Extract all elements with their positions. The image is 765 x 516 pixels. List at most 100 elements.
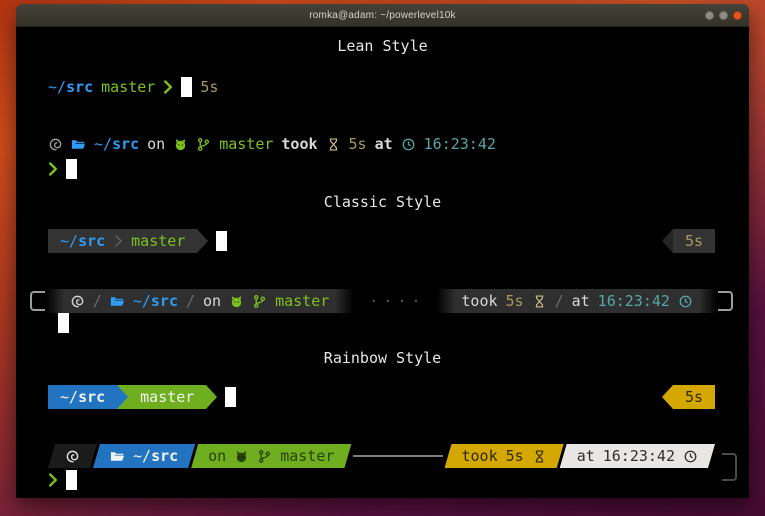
segment-separator: /	[555, 292, 564, 310]
prompt-chevron-icon	[48, 472, 58, 488]
frame-bracket-left	[30, 291, 45, 311]
classic-prompt-row: ~/src master 5s	[48, 229, 715, 253]
rainbow-prompt-two-line-row: ~/src on master took 5s at 16:23:42	[48, 444, 715, 468]
segment-separator-chevron-icon	[113, 233, 123, 249]
window-controls	[705, 4, 742, 26]
terminal-cursor	[66, 159, 77, 179]
current-time: 16:23:42	[598, 292, 670, 310]
command-duration: 5s	[506, 447, 524, 465]
powerline-arrow-icon	[197, 229, 208, 253]
prompt-chevron-icon	[48, 161, 58, 177]
rainbow-prompt-input-line	[48, 468, 715, 492]
current-directory: ~/src	[133, 447, 178, 465]
lean-prompt-two-line-row: ~/src on master took 5s at 16:23:42	[48, 132, 715, 156]
maximize-button-icon[interactable]	[719, 11, 728, 20]
hourglass-icon	[326, 137, 341, 152]
lean-prompt-row: ~/src master 5s	[48, 75, 715, 99]
octocat-icon	[234, 449, 249, 464]
git-branch-icon	[196, 137, 211, 152]
current-directory: ~/src	[60, 232, 105, 250]
octocat-icon	[173, 137, 188, 152]
rainbow-branch-segment: on master	[191, 444, 351, 468]
folder-icon	[110, 449, 125, 464]
classic-left-segment: ~/src master	[48, 229, 197, 253]
frame-bracket-right	[718, 291, 733, 311]
git-branch: master	[280, 447, 334, 465]
command-duration: 5s	[685, 388, 703, 406]
terminal-window: romka@adam: ~/powerlevel10k Lean Style ~…	[16, 4, 749, 498]
segment-separator: /	[93, 292, 102, 310]
powerline-arrow-icon	[206, 385, 217, 409]
rainbow-duration-segment: 5s	[673, 385, 715, 409]
folder-icon	[71, 137, 86, 152]
os-debian-swirl-icon	[70, 294, 85, 309]
classic-prompt-two-line-row: / ~/src / on master ···· took 5s / at	[30, 289, 733, 313]
classic-prompt-input-line	[58, 311, 715, 335]
git-branch: master	[131, 232, 185, 250]
classic-right-segment: 5s	[673, 229, 715, 253]
powerline-arrow-icon	[117, 385, 128, 409]
rainbow-duration-segment: took 5s	[445, 444, 564, 468]
command-duration: 5s	[349, 135, 367, 153]
hourglass-icon	[532, 294, 547, 309]
current-time: 16:23:42	[424, 135, 496, 153]
os-debian-swirl-icon	[65, 449, 80, 464]
git-branch-icon	[252, 294, 267, 309]
classic-style-heading: Classic Style	[16, 193, 749, 211]
rainbow-time-segment: at 16:23:42	[560, 444, 715, 468]
current-directory: ~/src	[133, 292, 178, 310]
desktop-background: romka@adam: ~/powerlevel10k Lean Style ~…	[0, 0, 765, 516]
at-label: at	[572, 292, 590, 310]
terminal-cursor	[181, 77, 192, 97]
current-directory: ~/src	[60, 388, 105, 406]
command-duration: 5s	[506, 292, 524, 310]
terminal-screen[interactable]: Lean Style ~/src master 5s ~/src on mast…	[16, 27, 749, 498]
classic-right-segment: took 5s / at 16:23:42	[437, 289, 717, 313]
rainbow-style-heading: Rainbow Style	[16, 349, 749, 367]
classic-left-segment: / ~/src / on master	[46, 289, 353, 313]
rainbow-dir-segment: ~/src	[48, 385, 117, 409]
git-branch-icon	[257, 449, 272, 464]
window-titlebar[interactable]: romka@adam: ~/powerlevel10k	[16, 4, 749, 27]
rainbow-dir-segment: ~/src	[93, 444, 195, 468]
at-label: at	[375, 135, 393, 153]
current-directory: ~/src	[48, 78, 93, 96]
folder-icon	[110, 294, 125, 309]
lean-prompt-input-line	[48, 157, 715, 181]
prompt-chevron-icon	[163, 79, 173, 95]
hourglass-icon	[532, 449, 547, 464]
lean-style-heading: Lean Style	[16, 37, 749, 55]
git-branch: master	[219, 135, 273, 153]
clock-icon	[678, 294, 693, 309]
os-debian-swirl-icon	[48, 137, 63, 152]
window-title: romka@adam: ~/powerlevel10k	[309, 10, 455, 21]
terminal-cursor	[225, 387, 236, 407]
rainbow-os-segment	[48, 444, 97, 468]
git-branch: master	[140, 388, 194, 406]
segment-separator: /	[186, 292, 195, 310]
at-label: at	[577, 447, 595, 465]
on-label: on	[203, 292, 221, 310]
rainbow-branch-segment: master	[128, 385, 206, 409]
git-branch: master	[101, 78, 155, 96]
prompt-gap-line	[353, 455, 442, 457]
minimize-button-icon[interactable]	[705, 11, 714, 20]
current-time: 16:23:42	[603, 447, 675, 465]
terminal-cursor	[216, 231, 227, 251]
command-duration: 5s	[685, 232, 703, 250]
powerline-arrow-icon	[662, 229, 673, 253]
git-branch: master	[275, 292, 329, 310]
close-button-icon[interactable]	[733, 11, 742, 20]
terminal-cursor	[58, 313, 69, 333]
on-label: on	[147, 135, 165, 153]
octocat-icon	[229, 294, 244, 309]
clock-icon	[683, 449, 698, 464]
frame-bracket-right	[722, 453, 737, 481]
gap-dots: ····	[369, 292, 425, 310]
command-duration: 5s	[200, 78, 218, 96]
took-label: took	[462, 447, 498, 465]
took-label: took	[461, 292, 497, 310]
terminal-cursor	[66, 470, 77, 490]
took-label: took	[281, 135, 317, 153]
current-directory: ~/src	[94, 135, 139, 153]
